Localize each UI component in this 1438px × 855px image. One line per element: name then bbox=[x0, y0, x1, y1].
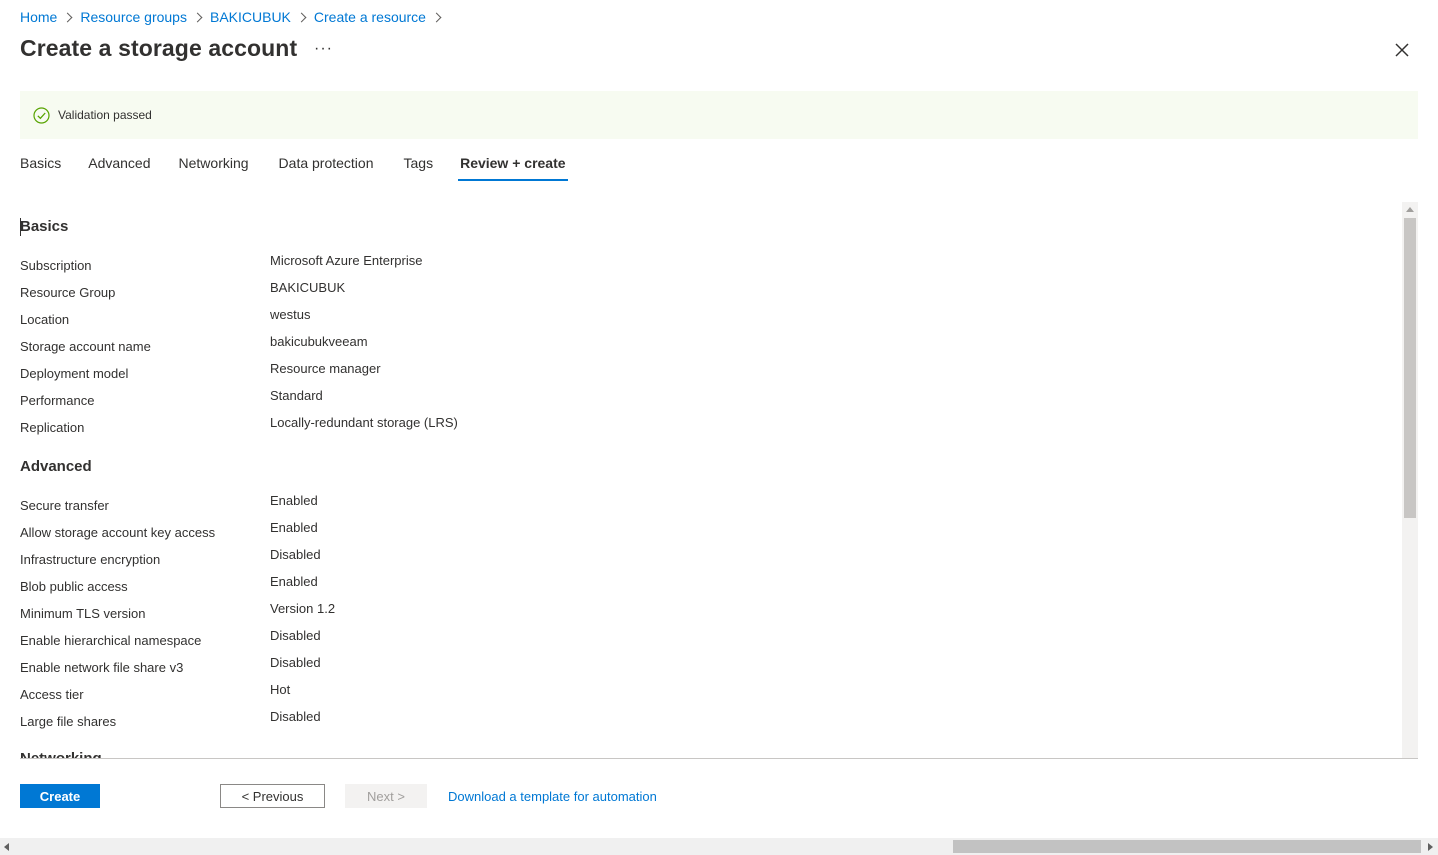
value-deployment-model: Resource manager bbox=[270, 361, 381, 376]
value-hierarchical-namespace: Disabled bbox=[270, 628, 321, 643]
wizard-tabs: Basics Advanced Networking Data protecti… bbox=[20, 155, 569, 181]
label-large-file-shares: Large file shares bbox=[20, 714, 117, 729]
label-secure-transfer: Secure transfer bbox=[20, 498, 109, 513]
label-access-tier: Access tier bbox=[20, 687, 84, 702]
label-allow-key-access: Allow storage account key access bbox=[20, 525, 216, 540]
tab-review-create[interactable]: Review + create bbox=[458, 155, 569, 181]
breadcrumb-resource-groups[interactable]: Resource groups bbox=[80, 9, 187, 25]
breadcrumb-resource-group[interactable]: BAKICUBUK bbox=[210, 9, 291, 25]
validation-banner: Validation passed bbox=[20, 91, 1418, 139]
scrollbar-thumb[interactable] bbox=[1404, 218, 1416, 518]
value-storage-account-name: bakicubukveeam bbox=[270, 334, 368, 349]
value-min-tls-version: Version 1.2 bbox=[270, 601, 336, 616]
scroll-up-icon[interactable] bbox=[1406, 207, 1414, 212]
value-location: westus bbox=[270, 307, 311, 322]
page-title: Create a storage account bbox=[20, 35, 298, 61]
chevron-right-icon bbox=[431, 12, 442, 22]
tab-basics[interactable]: Basics bbox=[20, 155, 61, 181]
next-button: Next > bbox=[345, 784, 427, 808]
label-infrastructure-encryption: Infrastructure encryption bbox=[20, 552, 161, 567]
value-secure-transfer: Enabled bbox=[270, 493, 318, 508]
value-access-tier: Hot bbox=[270, 682, 291, 697]
tab-networking[interactable]: Networking bbox=[179, 155, 249, 181]
vertical-scrollbar[interactable] bbox=[1402, 202, 1418, 758]
download-template-link[interactable]: Download a template for automation bbox=[448, 789, 657, 804]
chevron-right-icon bbox=[296, 12, 307, 22]
chevron-right-icon bbox=[62, 12, 73, 22]
breadcrumb-create-resource[interactable]: Create a resource bbox=[314, 9, 426, 25]
label-min-tls-version: Minimum TLS version bbox=[20, 606, 146, 621]
value-subscription: Microsoft Azure Enterprise bbox=[270, 253, 423, 268]
label-storage-account-name: Storage account name bbox=[20, 339, 151, 354]
label-performance: Performance bbox=[20, 393, 95, 408]
close-icon[interactable] bbox=[1390, 38, 1414, 62]
value-replication: Locally-redundant storage (LRS) bbox=[270, 415, 458, 430]
label-blob-public-access: Blob public access bbox=[20, 579, 128, 594]
more-options-icon[interactable]: ··· bbox=[314, 40, 333, 58]
scroll-left-icon[interactable] bbox=[4, 843, 9, 851]
label-nfs-v3: Enable network file share v3 bbox=[20, 660, 184, 675]
label-resource-group: Resource Group bbox=[20, 285, 116, 300]
previous-button[interactable]: < Previous bbox=[220, 784, 325, 808]
review-content: Basics Subscription Microsoft Azure Ente… bbox=[0, 200, 1400, 758]
section-heading-basics: Basics bbox=[20, 218, 69, 235]
horizontal-scrollbar-thumb[interactable] bbox=[953, 840, 1421, 853]
value-large-file-shares: Disabled bbox=[270, 709, 321, 724]
label-hierarchical-namespace: Enable hierarchical namespace bbox=[20, 633, 202, 648]
value-performance: Standard bbox=[270, 388, 323, 403]
tab-data-protection[interactable]: Data protection bbox=[279, 155, 374, 181]
value-allow-key-access: Enabled bbox=[270, 520, 318, 535]
create-button[interactable]: Create bbox=[20, 784, 100, 808]
section-heading-networking: Networking bbox=[20, 750, 102, 758]
label-deployment-model: Deployment model bbox=[20, 366, 129, 381]
footer-divider bbox=[20, 758, 1418, 759]
label-location: Location bbox=[20, 312, 70, 327]
breadcrumb: Home Resource groups BAKICUBUK Create a … bbox=[20, 9, 449, 25]
value-nfs-v3: Disabled bbox=[270, 655, 321, 670]
section-heading-advanced: Advanced bbox=[20, 458, 92, 475]
breadcrumb-home[interactable]: Home bbox=[20, 9, 57, 25]
value-resource-group: BAKICUBUK bbox=[270, 280, 346, 295]
validation-status-text: Validation passed bbox=[58, 108, 152, 122]
chevron-right-icon bbox=[192, 12, 203, 22]
tab-tags[interactable]: Tags bbox=[404, 155, 434, 181]
tab-advanced[interactable]: Advanced bbox=[88, 155, 150, 181]
horizontal-scrollbar[interactable] bbox=[0, 838, 1438, 855]
scroll-right-icon[interactable] bbox=[1428, 843, 1433, 851]
value-infrastructure-encryption: Disabled bbox=[270, 547, 321, 562]
label-replication: Replication bbox=[20, 420, 85, 435]
label-subscription: Subscription bbox=[20, 258, 92, 273]
check-circle-icon bbox=[33, 106, 50, 124]
value-blob-public-access: Enabled bbox=[270, 574, 318, 589]
